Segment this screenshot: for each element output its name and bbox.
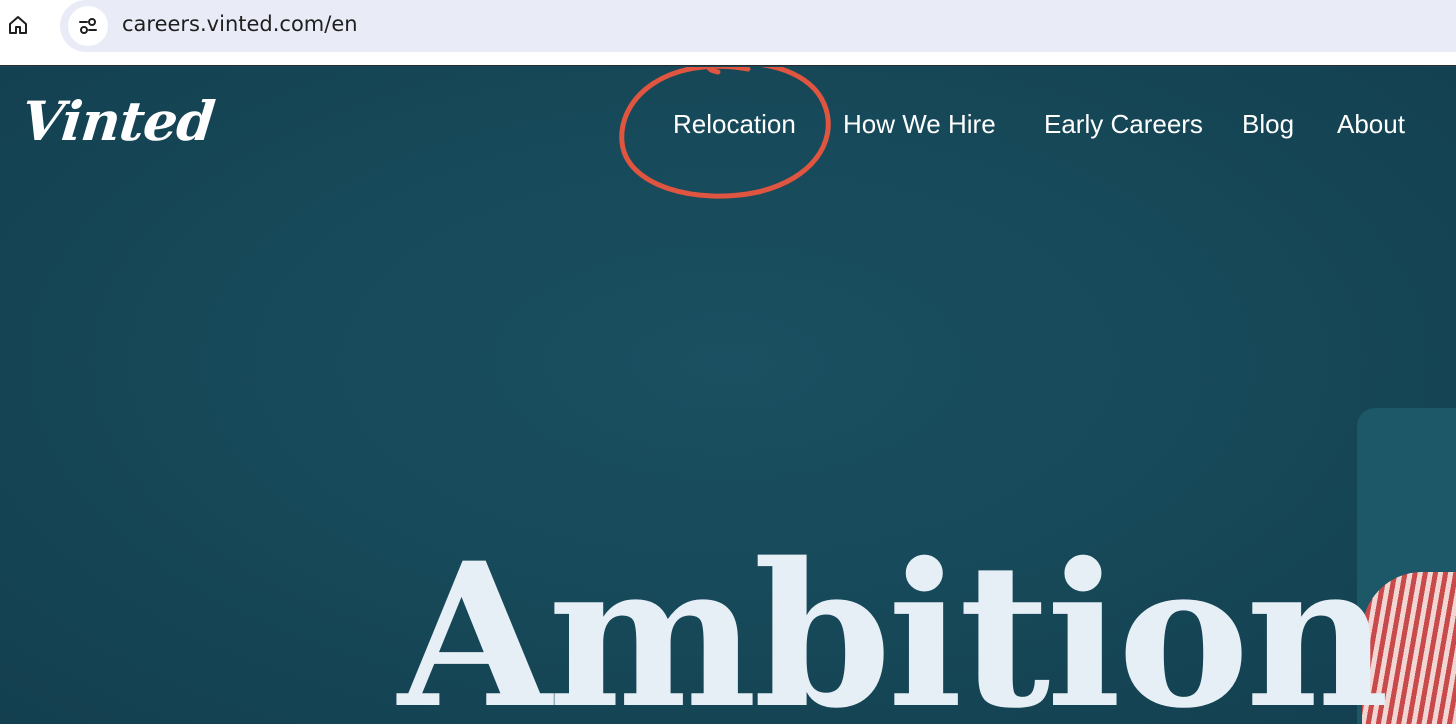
nav-relocation[interactable]: Relocation [673, 109, 796, 140]
nav-early-careers[interactable]: Early Careers [1044, 109, 1203, 140]
annotation-circle [619, 67, 831, 199]
url-text[interactable]: careers.vinted.com/en [122, 12, 358, 36]
address-bar[interactable]: careers.vinted.com/en [60, 0, 1456, 52]
tune-icon [79, 18, 97, 34]
nav-how-we-hire[interactable]: How We Hire [843, 109, 996, 140]
site-info-button[interactable] [68, 6, 108, 46]
hero-title: Ambition [398, 519, 1389, 724]
nav-blog[interactable]: Blog [1242, 109, 1294, 140]
vinted-logo[interactable]: Vinted [19, 89, 218, 153]
nav-about[interactable]: About [1337, 109, 1405, 140]
home-button[interactable] [4, 10, 32, 40]
browser-toolbar: careers.vinted.com/en [0, 0, 1456, 66]
home-icon [9, 16, 27, 34]
page-content: Vinted Relocation How We Hire Early Care… [0, 67, 1456, 724]
